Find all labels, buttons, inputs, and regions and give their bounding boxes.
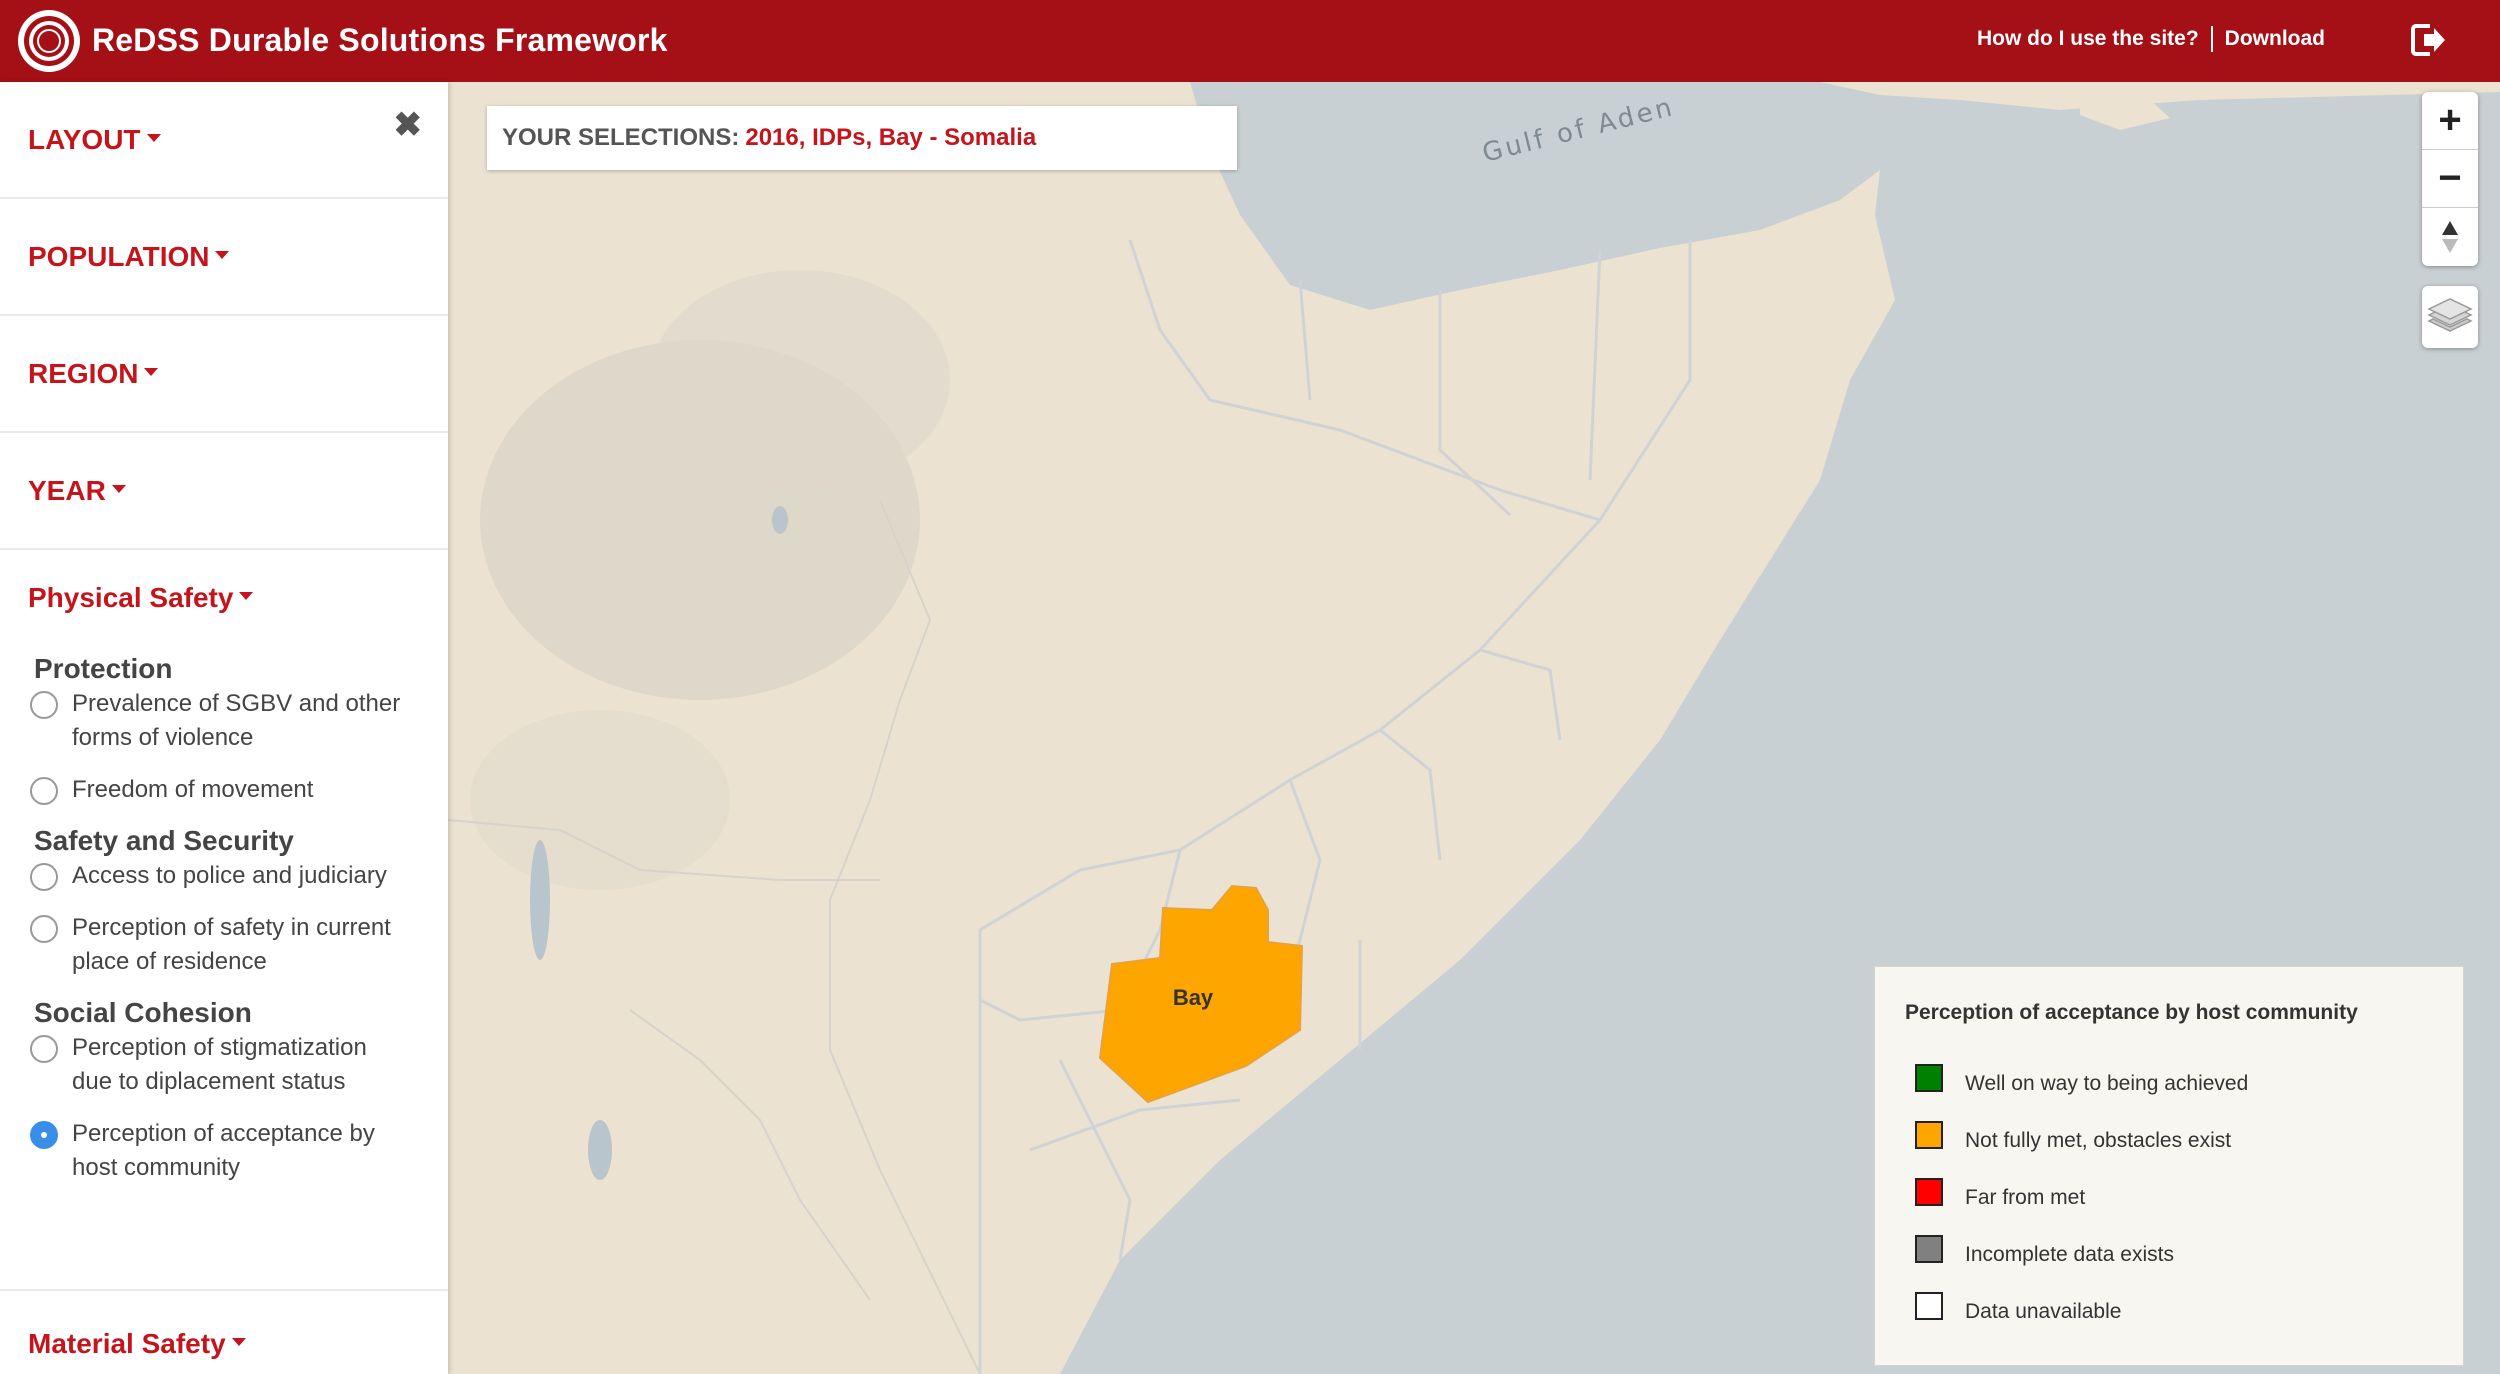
caret-down-icon	[144, 367, 159, 376]
indicator-option[interactable]: Perception of acceptance by host communi…	[30, 1117, 448, 1185]
caret-down-icon	[215, 250, 230, 259]
section-region[interactable]: REGION	[0, 316, 448, 433]
compass-icon	[2442, 221, 2458, 253]
redss-logo-icon[interactable]	[16, 8, 82, 74]
radio-unselected[interactable]	[30, 777, 58, 805]
section-year[interactable]: YEAR	[0, 433, 448, 550]
indicator-option-label: Perception of stigmatization due to dipl…	[72, 1034, 367, 1095]
physical-safety-options: Protection Prevalence of SGBV and other f…	[0, 645, 448, 1291]
selections-label: YOUR SELECTIONS:	[502, 124, 740, 151]
option-group-title: Safety and Security	[34, 825, 294, 856]
legend-item-label: Incomplete data exists	[1965, 1242, 2174, 1266]
layers-button[interactable]	[2422, 286, 2478, 348]
legend-item-label: Far from met	[1965, 1185, 2086, 1209]
section-material-safety-label: Material Safety	[28, 1328, 226, 1359]
legend-item: Not fully met, obstacles exist	[1905, 1112, 2463, 1169]
indicator-option[interactable]: Freedom of movement	[30, 773, 448, 807]
indicator-option[interactable]: Perception of stigmatization due to dipl…	[30, 1031, 448, 1099]
app-title: ReDSS Durable Solutions Framework	[92, 22, 668, 58]
section-layout[interactable]: LAYOUT	[0, 82, 448, 199]
legend-swatch	[1915, 1120, 1943, 1149]
header-nav: How do I use the site? Download	[1977, 26, 2325, 52]
layers-icon	[2427, 298, 2473, 332]
indicator-option-label: Perception of safety in current place of…	[72, 914, 391, 975]
indicator-option[interactable]: Perception of safety in current place of…	[30, 911, 448, 979]
indicator-option[interactable]: Access to police and judiciary	[30, 859, 448, 893]
legend-swatch	[1915, 1177, 1943, 1206]
nav-divider	[2210, 26, 2213, 52]
legend-item-label: Not fully met, obstacles exist	[1965, 1128, 2232, 1152]
zoom-in-button[interactable]: +	[2422, 92, 2478, 150]
caret-down-icon	[231, 1338, 246, 1346]
reset-north-button[interactable]	[2422, 208, 2478, 266]
legend-swatch	[1915, 1291, 1943, 1320]
legend-swatch	[1915, 1063, 1943, 1092]
radio-unselected[interactable]	[30, 863, 58, 891]
caret-down-icon	[239, 591, 254, 600]
legend-swatch	[1915, 1234, 1943, 1263]
legend-item: Incomplete data exists	[1905, 1226, 2463, 1283]
download-link[interactable]: Download	[2225, 27, 2325, 51]
indicator-option[interactable]: Prevalence of SGBV and other forms of vi…	[30, 687, 448, 755]
option-group-title: Protection	[34, 653, 173, 684]
section-physical-safety[interactable]: Physical Safety	[0, 550, 448, 645]
caret-down-icon	[146, 133, 161, 142]
zoom-control: + −	[2422, 92, 2478, 266]
legend-panel: Perception of acceptance by host communi…	[1874, 966, 2464, 1366]
logout-icon[interactable]	[2408, 20, 2448, 60]
bay-region-label: Bay	[1173, 985, 1214, 1010]
legend-title: Perception of acceptance by host communi…	[1905, 1001, 2358, 1024]
app-header: ReDSS Durable Solutions Framework How do…	[0, 0, 2500, 82]
section-population[interactable]: POPULATION	[0, 199, 448, 316]
option-group-title: Social Cohesion	[34, 997, 252, 1028]
section-population-label: POPULATION	[28, 240, 210, 272]
radio-selected[interactable]	[30, 1121, 58, 1149]
indicator-option-label: Access to police and judiciary	[72, 862, 387, 889]
legend-item: Data unavailable	[1905, 1283, 2463, 1340]
selections-panel: YOUR SELECTIONS: 2016, IDPs, Bay - Somal…	[487, 106, 1237, 170]
legend-item-label: Well on way to being achieved	[1965, 1071, 2249, 1095]
indicator-option-label: Perception of acceptance by host communi…	[72, 1120, 375, 1181]
legend-item: Far from met	[1905, 1169, 2463, 1226]
selections-value: 2016, IDPs, Bay - Somalia	[745, 124, 1037, 151]
legend-item: Well on way to being achieved	[1905, 1055, 2463, 1112]
close-sidebar-icon[interactable]: ✖	[394, 108, 423, 142]
radio-unselected[interactable]	[30, 1035, 58, 1063]
radio-unselected[interactable]	[30, 915, 58, 943]
indicator-option-label: Prevalence of SGBV and other forms of vi…	[72, 690, 401, 751]
indicator-option-label: Freedom of movement	[72, 776, 314, 803]
section-material-safety[interactable]: Material Safety	[0, 1291, 448, 1374]
zoom-out-button[interactable]: −	[2422, 150, 2478, 208]
legend-item-label: Data unavailable	[1965, 1299, 2122, 1323]
section-year-label: YEAR	[28, 474, 106, 506]
legend-list: Well on way to being achieved Not fully m…	[1905, 1055, 2463, 1340]
help-link[interactable]: How do I use the site?	[1977, 27, 2199, 51]
section-region-label: REGION	[28, 357, 139, 389]
section-physical-safety-label: Physical Safety	[28, 581, 234, 613]
radio-unselected[interactable]	[30, 691, 58, 719]
section-layout-label: LAYOUT	[28, 123, 141, 155]
sidebar: ✖ LAYOUT POPULATION REGION YEAR Physical…	[0, 82, 448, 1374]
caret-down-icon	[111, 484, 126, 493]
